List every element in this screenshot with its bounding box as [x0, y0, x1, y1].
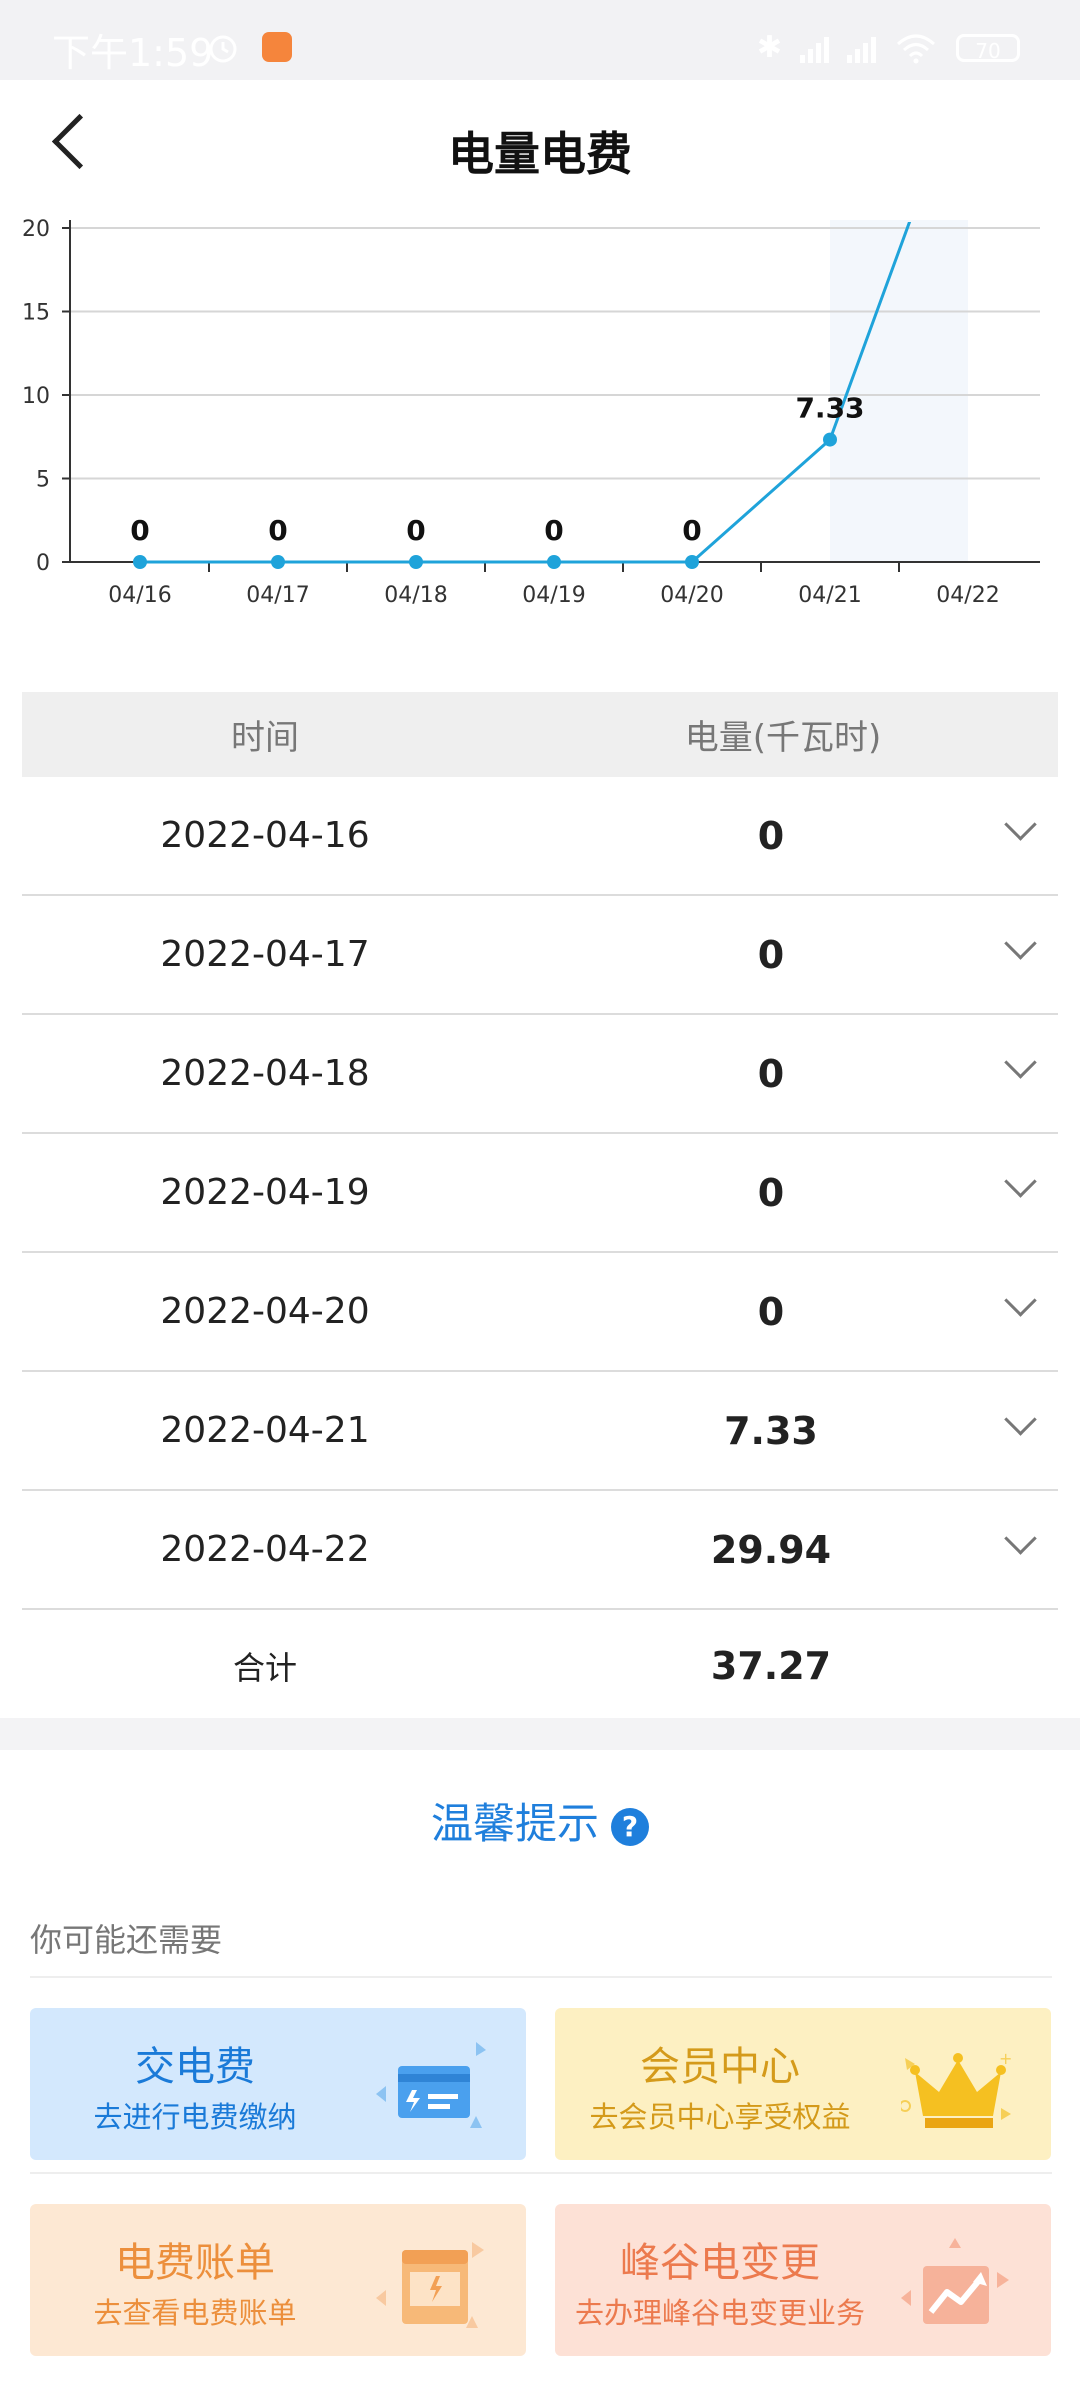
table-row[interactable]: 2022-04-16 0 [22, 777, 1058, 896]
x-tick-label: 04/20 [660, 583, 723, 608]
row-value: 29.94 [710, 1527, 832, 1572]
bill-icon [376, 2242, 484, 2328]
chevron-down-icon[interactable] [1004, 808, 1037, 841]
electric-bill-card[interactable]: 电费账单 去查看电费账单 [30, 2204, 526, 2356]
data-point [823, 432, 837, 447]
app-notification-icon [262, 32, 292, 62]
pay-bill-card[interactable]: 交电费 去进行电费缴纳 [30, 2008, 526, 2160]
chevron-down-icon[interactable] [1004, 1165, 1037, 1198]
row-date: 2022-04-18 [160, 1053, 370, 1094]
card-subtitle: 去办理峰谷电变更业务 [574, 2296, 865, 2330]
page-header: 电量电费 [0, 80, 1080, 210]
row-value: 7.33 [724, 1408, 818, 1453]
x-tick-label: 04/18 [384, 583, 447, 608]
chevron-down-icon[interactable] [1004, 1284, 1037, 1317]
card-subtitle: 去查看电费账单 [93, 2296, 297, 2330]
table-row[interactable]: 2022-04-21 7.33 [22, 1372, 1058, 1491]
row-date: 2022-04-20 [160, 1291, 370, 1332]
y-tick-label: 5 [36, 468, 50, 493]
data-point [547, 555, 561, 569]
signal-icon-2 [847, 33, 876, 63]
row-date: 2022-04-21 [160, 1410, 370, 1451]
y-tick-label: 15 [22, 301, 50, 326]
bluetooth-icon: ✱ [756, 30, 782, 65]
row-value: 0 [757, 1051, 785, 1096]
card-payment-icon [376, 2042, 486, 2128]
column-header-time: 时间 [231, 718, 299, 758]
tip-label: 温馨提示 [430, 1799, 599, 1848]
section-divider [0, 1718, 1080, 1750]
status-bar: 下午1:59 ✱ 70 [0, 0, 1080, 80]
row-value: 0 [757, 1170, 785, 1215]
status-icons: ✱ 70 [757, 30, 1020, 65]
help-icon[interactable]: ? [611, 1807, 649, 1846]
row-date: 2022-04-19 [160, 1172, 370, 1213]
data-label: 0 [268, 514, 287, 547]
data-point [685, 555, 699, 569]
row-date: 2022-04-16 [160, 815, 370, 856]
row-value: 0 [757, 813, 785, 858]
x-tick-label: 04/19 [522, 583, 585, 608]
data-label: 7.33 [795, 392, 864, 425]
table-row[interactable]: 2022-04-17 0 [22, 896, 1058, 1015]
divider [30, 2172, 1052, 2174]
y-tick-label: 10 [22, 384, 50, 409]
peak-valley-change-card[interactable]: 峰谷电变更 去办理峰谷电变更业务 [555, 2204, 1051, 2356]
y-tick-label: 0 [36, 551, 50, 576]
x-tick-label: 04/17 [246, 583, 309, 608]
chevron-down-icon[interactable] [1004, 1522, 1037, 1555]
signal-icon [800, 33, 829, 63]
row-value: 0 [757, 1289, 785, 1334]
card-title: 会员中心 [640, 2044, 800, 2090]
x-tick-label: 04/22 [936, 583, 999, 608]
trend-chart-icon [901, 2238, 1009, 2324]
y-tick-label: 20 [22, 217, 50, 242]
table-row[interactable]: 2022-04-19 0 [22, 1134, 1058, 1253]
row-date: 2022-04-22 [160, 1529, 370, 1570]
row-value: 0 [757, 932, 785, 977]
x-tick-label: 04/16 [108, 583, 171, 608]
data-label: 0 [406, 514, 425, 547]
data-label: 0 [544, 514, 563, 547]
column-header-usage: 电量(千瓦时) [684, 718, 882, 758]
usage-chart: 0 5 10 15 20 04/16 04/17 04/18 04/19 04/20 04/21 04… [22, 217, 1040, 608]
table-row[interactable]: 2022-04-20 0 [22, 1253, 1058, 1372]
alarm-icon [209, 35, 237, 63]
chevron-down-icon[interactable] [1004, 1403, 1037, 1436]
total-value: 37.27 [710, 1644, 832, 1688]
page-title: 电量电费 [448, 127, 632, 181]
data-label: 0 [682, 514, 701, 547]
status-time: 下午1:59 [52, 31, 214, 75]
data-point [271, 555, 285, 569]
card-subtitle: 去会员中心享受权益 [589, 2100, 851, 2134]
crown-icon: + [901, 2049, 1011, 2128]
chevron-down-icon[interactable] [1004, 1046, 1037, 1079]
wifi-icon [897, 34, 935, 63]
x-tick-label: 04/21 [798, 583, 861, 608]
total-row: 合计 37.27 [22, 1610, 1058, 1722]
usage-table: 时间 电量(千瓦时) 2022-04-16 0 2022-04-17 0 202… [22, 692, 1058, 1722]
data-label: 0 [130, 514, 149, 547]
divider [30, 1976, 1052, 1978]
card-title: 峰谷电变更 [620, 2240, 820, 2286]
row-date: 2022-04-17 [160, 934, 370, 975]
data-point [133, 555, 147, 569]
warm-tip[interactable]: 温馨提示? [0, 1790, 1080, 1851]
table-header: 时间 电量(千瓦时) [22, 692, 1058, 777]
data-point [409, 555, 423, 569]
card-title: 电费账单 [115, 2240, 275, 2286]
chevron-down-icon[interactable] [1004, 927, 1037, 960]
card-title: 交电费 [135, 2044, 255, 2090]
table-row[interactable]: 2022-04-18 0 [22, 1015, 1058, 1134]
card-subtitle: 去进行电费缴纳 [93, 2100, 297, 2134]
table-row[interactable]: 2022-04-22 29.94 [22, 1491, 1058, 1610]
battery-icon: 70 [956, 33, 1020, 63]
member-center-card[interactable]: 会员中心 去会员中心享受权益 + [555, 2008, 1051, 2160]
services-heading: 你可能还需要 [30, 1921, 223, 1959]
total-label: 合计 [232, 1649, 297, 1687]
